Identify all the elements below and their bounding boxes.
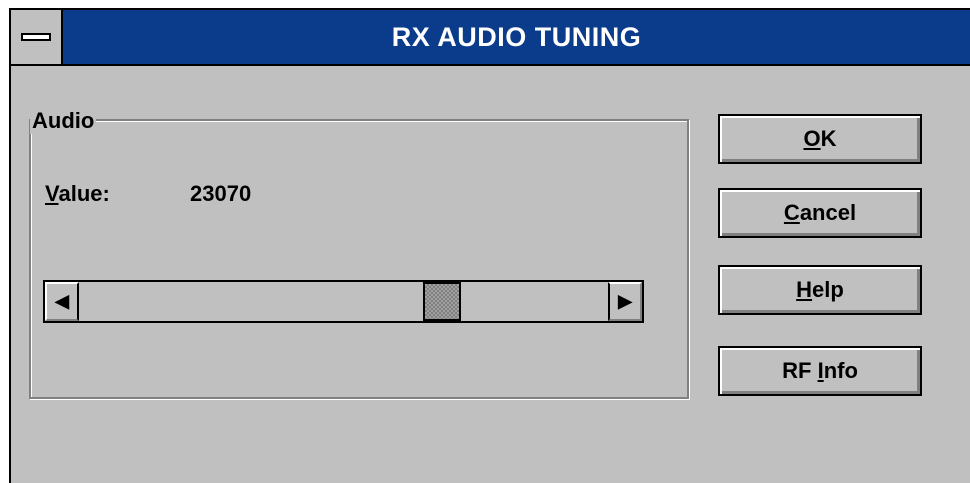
cancel-button[interactable]: Cancel: [718, 188, 922, 238]
audio-scrollbar[interactable]: ◀ ▶: [43, 280, 644, 323]
audio-groupbox: [29, 119, 689, 399]
arrow-right-icon: ▶: [618, 291, 632, 311]
system-menu-icon[interactable]: [11, 10, 63, 64]
scrollbar-track[interactable]: [79, 282, 608, 321]
audio-group-label: Audio: [30, 108, 97, 134]
help-button[interactable]: Help: [718, 265, 922, 315]
scrollbar-thumb[interactable]: [423, 282, 461, 321]
title-bar[interactable]: RX AUDIO TUNING: [11, 10, 970, 66]
arrow-left-icon: ◀: [55, 291, 69, 311]
value-label: Value:: [45, 181, 110, 206]
scroll-right-button[interactable]: ▶: [608, 282, 642, 321]
ok-button[interactable]: OK: [718, 114, 922, 164]
window-title: RX AUDIO TUNING: [391, 22, 642, 52]
rf-info-button[interactable]: RF Info: [718, 346, 922, 396]
scroll-left-button[interactable]: ◀: [45, 282, 79, 321]
system-menu-bar-icon: [21, 33, 51, 41]
value-readout: 23070: [190, 181, 252, 206]
